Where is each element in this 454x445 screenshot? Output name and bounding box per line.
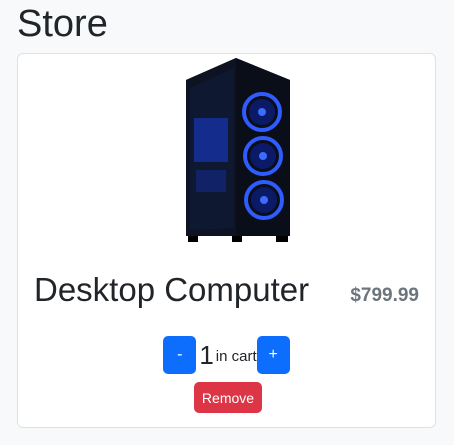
remove-button[interactable]: Remove — [194, 382, 262, 413]
increment-button[interactable]: + — [256, 336, 290, 374]
page-title: Store — [17, 3, 108, 45]
in-cart-label: in cart — [215, 348, 257, 365]
product-price: $799.99 — [350, 285, 419, 306]
cart-quantity-control: - 1 in cart + — [18, 334, 435, 376]
decrement-button[interactable]: - — [163, 336, 197, 374]
product-card: Desktop Computer $799.99 - 1 in cart + R… — [17, 53, 436, 428]
pc-tower-image — [186, 58, 290, 242]
product-name: Desktop Computer — [34, 271, 310, 308]
cart-quantity: 1 — [199, 340, 214, 370]
